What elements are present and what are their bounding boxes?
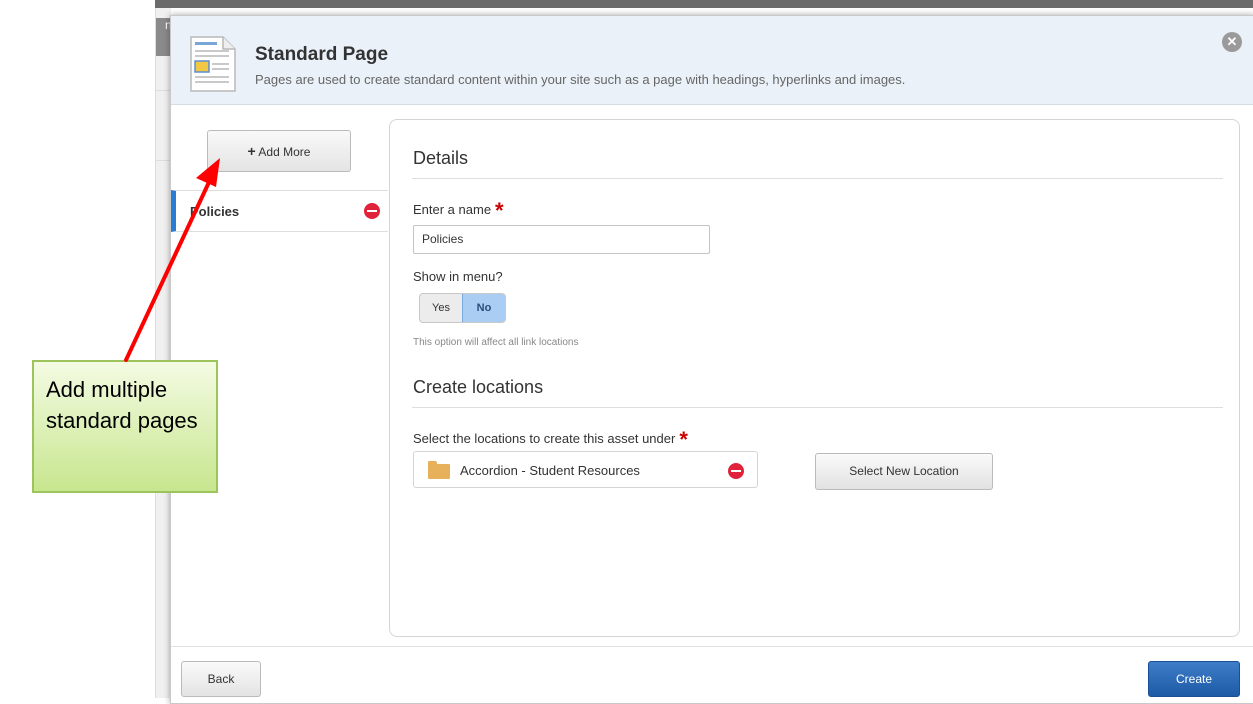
show-in-menu-label: Show in menu?: [413, 269, 503, 284]
required-mark: *: [495, 198, 504, 223]
locations-label: Select the locations to create this asse…: [413, 427, 688, 452]
plus-icon: +: [247, 143, 256, 159]
remove-icon[interactable]: [364, 203, 380, 219]
dialog-header: Standard Page Pages are used to create s…: [171, 16, 1253, 105]
toggle-no-button[interactable]: No: [462, 294, 505, 322]
details-heading: Details: [413, 148, 469, 168]
toggle-yes-button[interactable]: Yes: [420, 294, 462, 322]
create-button[interactable]: Create: [1148, 661, 1240, 697]
dialog-description: Pages are used to create standard conten…: [255, 72, 906, 87]
folder-icon: [428, 461, 450, 479]
name-label: Enter a name *: [413, 198, 504, 223]
back-button[interactable]: Back: [181, 661, 261, 697]
background-divider: [156, 160, 171, 161]
create-locations-heading: Create locations: [413, 377, 544, 397]
add-more-label: Add More: [255, 145, 311, 159]
location-label: Accordion - Student Resources: [460, 463, 640, 478]
menu-hint-text: This option will affect all link locatio…: [413, 337, 579, 348]
divider: [412, 178, 1223, 179]
name-input[interactable]: Policies: [413, 225, 710, 254]
required-mark: *: [679, 427, 688, 452]
show-in-menu-toggle: Yes No: [419, 293, 506, 323]
background-topbar: [155, 0, 1253, 8]
footer-divider: [171, 646, 1253, 647]
details-panel: Details Enter a name * Policies Show in m…: [389, 119, 1240, 637]
document-icon: [190, 36, 236, 92]
dialog-title: Standard Page: [255, 44, 389, 65]
annotation-callout: Add multiple standard pages: [32, 360, 218, 493]
close-icon[interactable]: ✕: [1222, 32, 1242, 52]
standard-page-dialog: Standard Page Pages are used to create s…: [170, 15, 1253, 704]
remove-icon[interactable]: [728, 463, 744, 479]
divider: [412, 407, 1223, 408]
select-new-location-button[interactable]: Select New Location: [815, 453, 993, 490]
location-item: Accordion - Student Resources: [413, 451, 758, 488]
page-list-item-policies[interactable]: Policies: [171, 190, 388, 232]
background-sidebar: [155, 8, 171, 698]
page-list-item-label: Policies: [190, 204, 240, 219]
add-more-button[interactable]: + Add More: [207, 130, 351, 172]
background-divider: [156, 90, 171, 91]
